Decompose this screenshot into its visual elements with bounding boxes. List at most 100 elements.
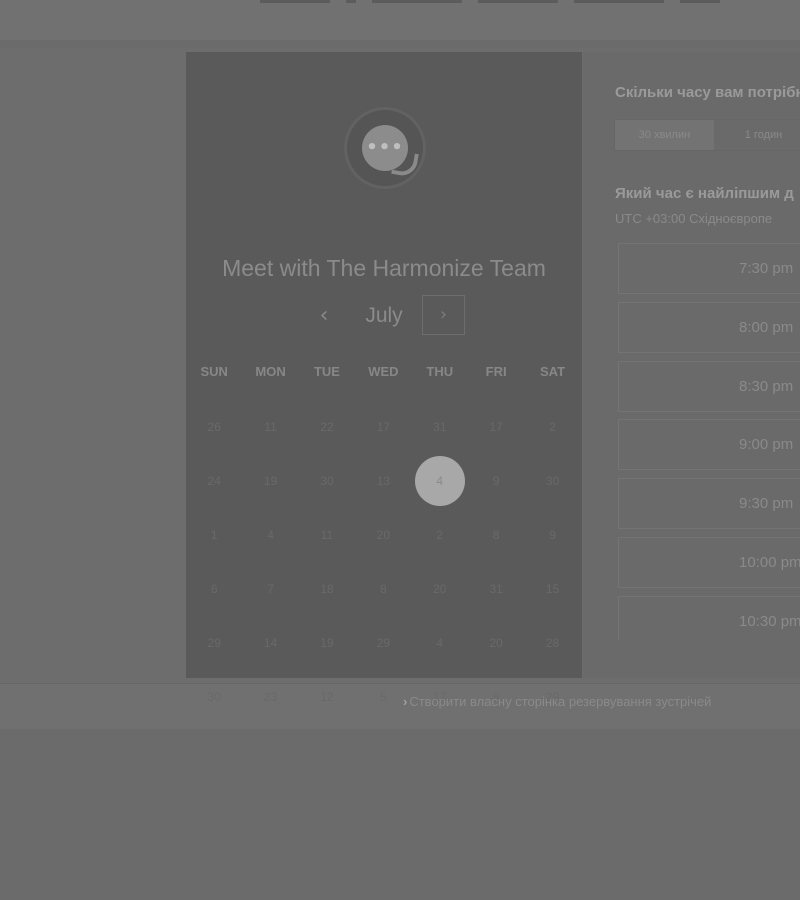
weekday-sun: SUN <box>200 364 228 379</box>
calendar-day[interactable]: 20 <box>468 616 524 670</box>
chevron-right-icon: › <box>439 304 448 325</box>
calendar-day[interactable]: 24 <box>186 454 242 508</box>
page-overlay: ••• Meet with The Harmonize Team ‹ July … <box>0 0 800 900</box>
calendar-day-number: 29 <box>207 636 221 650</box>
time-slot[interactable]: 10:30 pm <box>618 595 800 640</box>
calendar-day[interactable]: 23 <box>242 670 298 724</box>
calendar-day[interactable]: 4 <box>412 616 468 670</box>
calendar-day-number: 4 <box>436 636 444 650</box>
calendar-day[interactable]: 20 <box>412 562 468 616</box>
calendar-day-number: 17 <box>489 420 503 434</box>
calendar-day[interactable]: 2 <box>412 508 468 562</box>
calendar-day[interactable]: 19 <box>242 454 298 508</box>
calendar-day-number: 20 <box>376 528 391 542</box>
calendar-day-number: 20 <box>489 636 503 650</box>
calendar-day-number: 9 <box>549 528 556 542</box>
calendar-day-selected[interactable]: 4 <box>412 454 468 508</box>
calendar-day[interactable]: 8 <box>468 508 524 562</box>
timezone-label[interactable]: UTC +03:00 Східноєвропе <box>615 211 772 226</box>
calendar-day-number: 20 <box>433 582 447 596</box>
calendar-day[interactable]: 28 <box>524 616 580 670</box>
time-slot[interactable]: 10:00 pm <box>618 536 800 588</box>
calendar-day-number: 17 <box>376 420 391 434</box>
weekday-thu: THU <box>426 364 454 379</box>
calendar-day[interactable]: 20 <box>355 508 411 562</box>
calendar-day[interactable]: 22 <box>299 400 355 454</box>
calendar-day[interactable]: 4 <box>242 508 298 562</box>
chevron-left-icon: ‹ <box>319 303 329 328</box>
calendar-day-number: 23 <box>263 690 278 704</box>
duration-tab-30[interactable]: 30 хвилин <box>615 120 714 150</box>
calendar-panel: ••• Meet with The Harmonize Team ‹ July … <box>186 52 582 704</box>
calendar-day-number: 12 <box>320 690 334 704</box>
chat-bubble-logo-icon: ••• <box>362 125 408 171</box>
calendar-day[interactable]: 26 <box>186 400 242 454</box>
calendar-day-number: 13 <box>376 474 391 488</box>
calendar-day[interactable]: 11 <box>299 508 355 562</box>
calendar-day[interactable]: 17 <box>355 400 411 454</box>
calendar-day[interactable]: 8 <box>355 562 411 616</box>
calendar-day-number: 2 <box>436 528 444 542</box>
calendar-day-number: 8 <box>380 582 387 596</box>
header-nav-fragments <box>260 0 720 8</box>
calendar-day[interactable]: 18 <box>299 562 355 616</box>
calendar-day[interactable]: 31 <box>412 400 468 454</box>
prev-month-button[interactable]: ‹ <box>307 300 341 334</box>
calendar-day-number: 15 <box>545 582 560 596</box>
calendar-day-number: 11 <box>264 420 277 434</box>
calendar-day[interactable]: 29 <box>355 616 411 670</box>
calendar-day[interactable]: 30 <box>186 670 242 724</box>
calendar-day-number: 1 <box>210 528 218 542</box>
calendar-day[interactable]: 9 <box>524 508 580 562</box>
weekday-sat: SAT <box>540 364 566 379</box>
calendar-day-number: 8 <box>492 528 500 542</box>
calendar-day[interactable]: 9 <box>468 454 524 508</box>
calendar-day[interactable]: 15 <box>524 562 580 616</box>
time-slot[interactable]: 9:00 pm <box>618 419 800 471</box>
calendar-day-grid: 26 11 22 17 31 17 2 24 19 30 13 4 9 30 1 4 11 20 2 8 9 6 7 18 8 2… <box>186 400 582 724</box>
booking-panel: Скільки часу вам потрібн 30 хвилин 1 год… <box>583 52 800 678</box>
duration-selector: 30 хвилин 1 годин <box>614 119 800 151</box>
calendar-day[interactable]: 31 <box>468 562 524 616</box>
duration-tab-60[interactable]: 1 годин <box>714 120 800 150</box>
create-link-label: Створити власну сторінка резервування зу… <box>409 694 712 709</box>
month-label: July <box>365 304 403 327</box>
calendar-day[interactable]: 17 <box>468 400 524 454</box>
calendar-day[interactable]: 6 <box>186 562 242 616</box>
calendar-day-number: 26 <box>207 420 221 434</box>
time-slot[interactable]: 7:30 pm <box>618 243 800 294</box>
calendar-day[interactable]: 29 <box>186 616 242 670</box>
time-slot[interactable]: 9:30 pm <box>618 478 800 530</box>
calendar-day[interactable]: 2 <box>524 400 580 454</box>
calendar-day-number: 4 <box>436 474 444 488</box>
calendar-day[interactable]: 19 <box>299 616 355 670</box>
calendar-day-number: 28 <box>545 636 560 650</box>
weekday-fri: FRI <box>485 364 507 379</box>
time-slot[interactable]: 8:30 pm <box>618 360 800 412</box>
calendar-day-number: 6 <box>210 582 218 596</box>
create-booking-page-link[interactable]: › Створити власну сторінка резервування з… <box>403 694 711 709</box>
time-slot-list: 7:30 pm 8:00 pm 8:30 pm 9:00 pm 9:30 pm … <box>618 243 800 640</box>
calendar-day-number: 11 <box>320 528 334 542</box>
logo-dots: ••• <box>366 137 404 158</box>
calendar-day[interactable]: 30 <box>299 454 355 508</box>
next-month-button[interactable]: › <box>422 295 465 335</box>
weekday-mon: MON <box>255 364 286 379</box>
weekday-wed: WED <box>368 364 399 379</box>
calendar-day[interactable]: 30 <box>524 454 580 508</box>
time-question: Який час є найліпшим д <box>615 185 794 202</box>
calendar-day[interactable]: 11 <box>242 400 298 454</box>
calendar-day[interactable]: 1 <box>186 508 242 562</box>
calendar-day[interactable]: 12 <box>299 670 355 724</box>
calendar-day[interactable]: 14 <box>242 616 298 670</box>
calendar-day-number: 4 <box>267 528 274 542</box>
calendar-day-number: 19 <box>263 474 278 488</box>
calendar-day[interactable]: 13 <box>355 454 411 508</box>
time-slot[interactable]: 8:00 pm <box>618 301 800 353</box>
calendar-day-number: 7 <box>267 582 274 596</box>
meeting-title: Meet with The Harmonize Team <box>222 255 546 281</box>
calendar-day[interactable]: 7 <box>242 562 298 616</box>
calendar-day-number: 30 <box>545 474 560 488</box>
calendar-day-number: 31 <box>489 582 503 596</box>
calendar-day-number: 2 <box>549 420 556 434</box>
